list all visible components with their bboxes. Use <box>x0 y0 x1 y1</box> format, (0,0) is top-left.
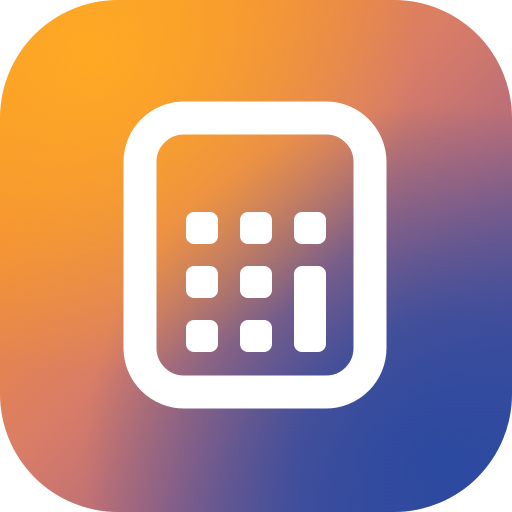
app-icon[interactable] <box>0 0 512 512</box>
app-icon-background <box>0 0 512 512</box>
